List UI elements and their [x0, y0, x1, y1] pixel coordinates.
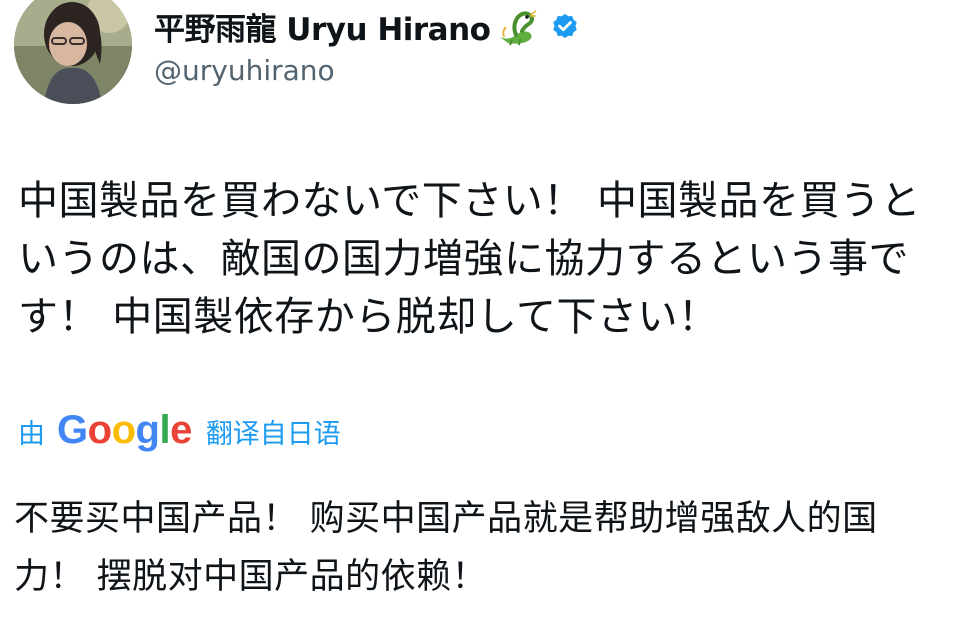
- dragon-emoji-icon: [500, 9, 537, 45]
- user-handle[interactable]: @uryuhirano: [154, 54, 335, 87]
- translation-source-language: 翻译自日语: [205, 419, 341, 450]
- translation-prefix: 由: [18, 419, 45, 450]
- avatar[interactable]: [14, 0, 132, 104]
- google-logo: Google: [57, 408, 192, 452]
- tweet-header: 平野雨龍 Uryu Hirano @uryuhirano: [14, 0, 974, 110]
- verified-badge-icon[interactable]: [550, 12, 580, 42]
- translation-attribution[interactable]: 由 Google 翻译自日语: [18, 408, 341, 453]
- translated-text: 不要买中国产品！ 购买中国产品就是帮助增强敌人的国 力！ 摆脱对中国产品的依赖！: [14, 499, 878, 597]
- tweet-text: 中国製品を買わないで下さい！ 中国製品を買うと いうのは、敵国の国力増強に協力す…: [18, 178, 922, 340]
- name-row: 平野雨龍 Uryu Hirano: [154, 4, 580, 49]
- avatar-photo-icon: [14, 0, 132, 104]
- tweet: 平野雨龍 Uryu Hirano @uryuhirano 中国製品を買わないで下…: [0, 0, 979, 622]
- display-name[interactable]: 平野雨龍 Uryu Hirano: [154, 4, 491, 49]
